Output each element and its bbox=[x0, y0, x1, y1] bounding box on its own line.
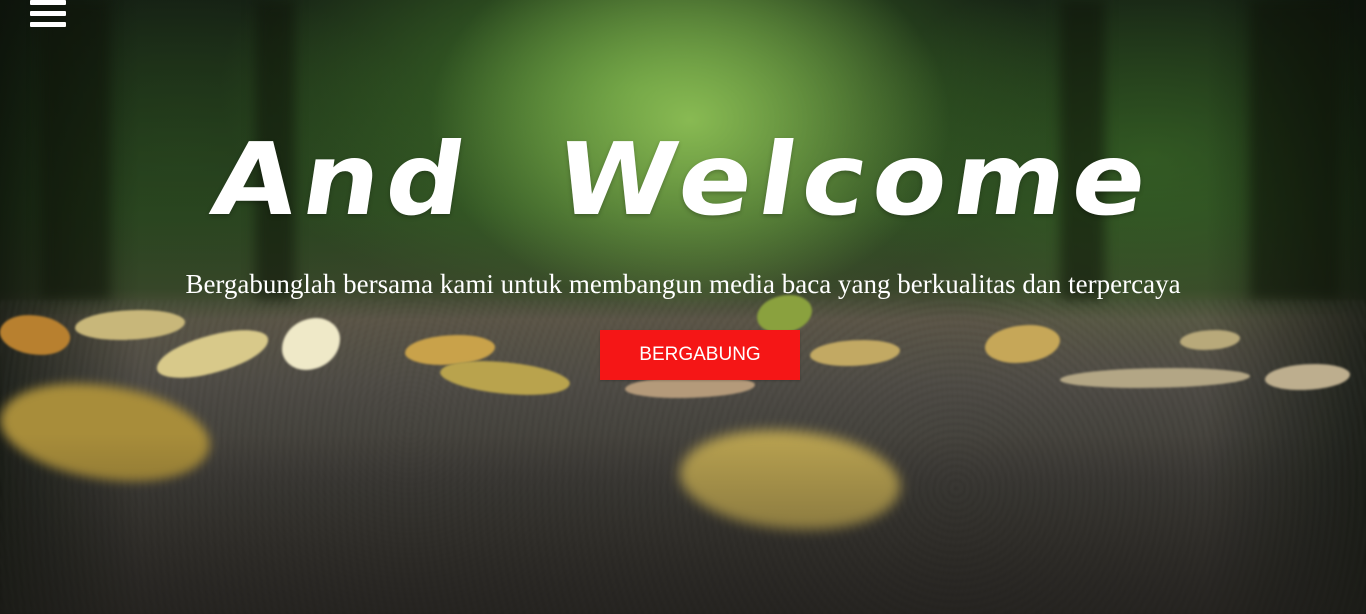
hero-title: And Welcome bbox=[204, 121, 1162, 238]
join-button[interactable]: BERGABUNG bbox=[600, 330, 800, 380]
hero-subtitle: Bergabunglah bersama kami untuk membangu… bbox=[185, 269, 1181, 299]
hamburger-menu-icon[interactable] bbox=[30, 0, 66, 30]
bottom-shade bbox=[0, 434, 1366, 614]
hero-section: And Welcome Bergabunglah bersama kami un… bbox=[0, 0, 1366, 614]
